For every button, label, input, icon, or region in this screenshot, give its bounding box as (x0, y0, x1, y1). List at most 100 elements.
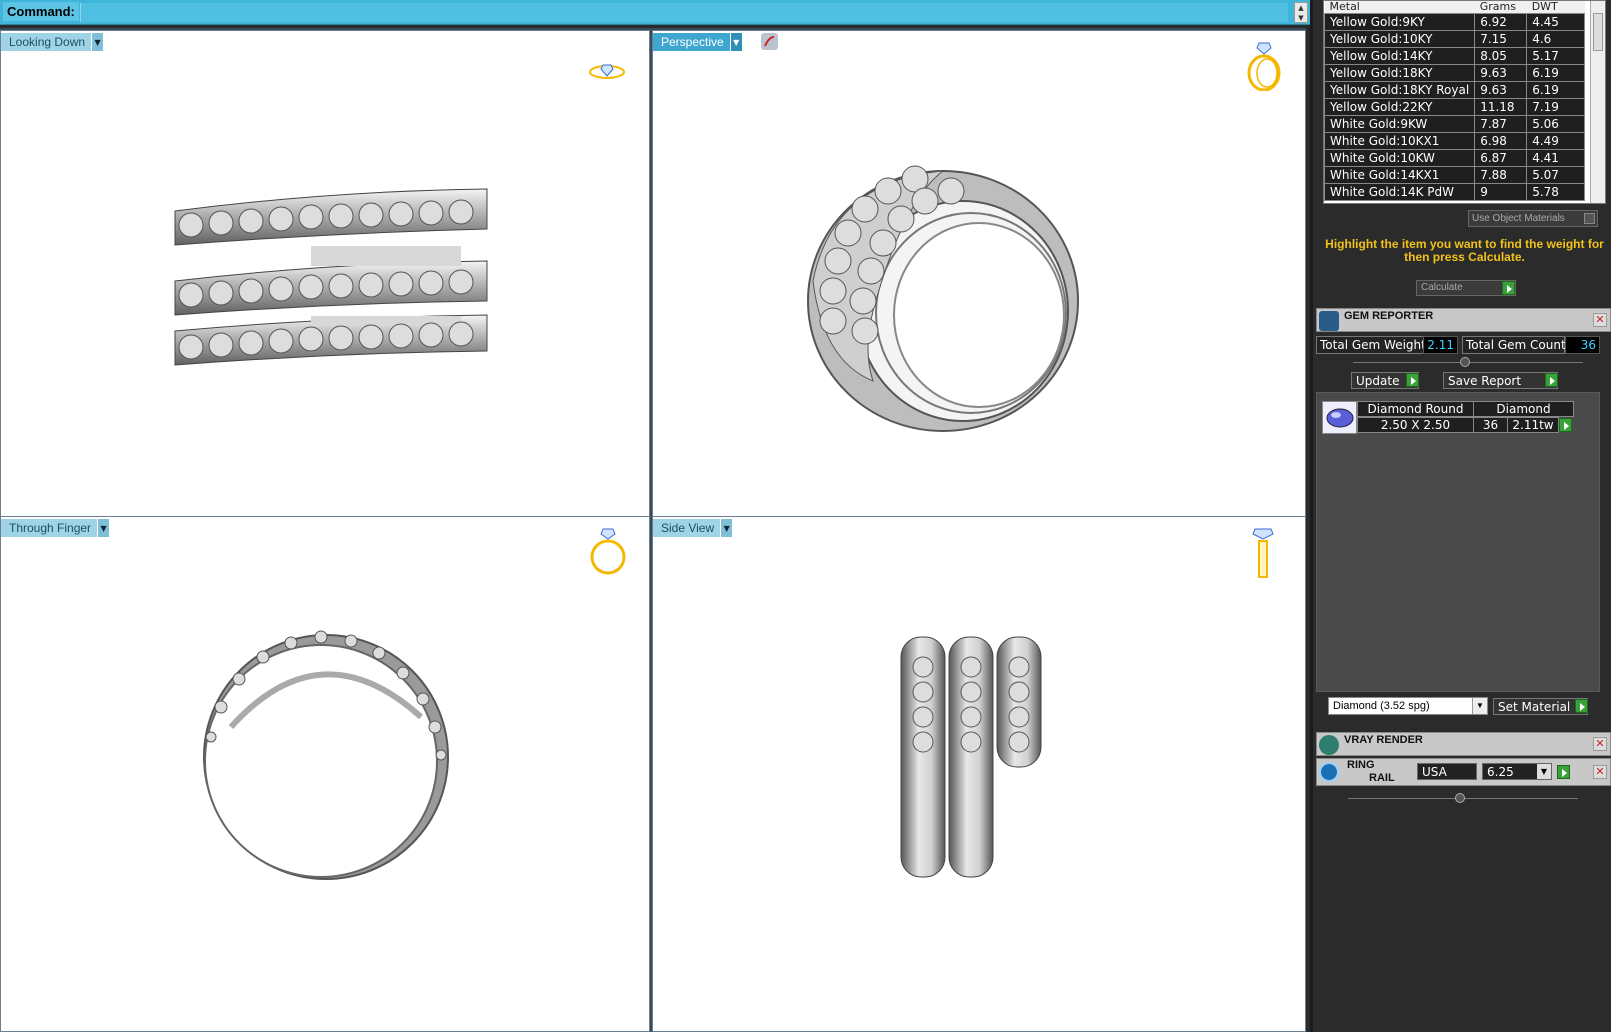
save-report-go-icon[interactable] (1545, 373, 1558, 387)
table-row[interactable]: Yellow Gold:9KY 6.92 4.45 (1324, 12, 1586, 31)
close-icon[interactable]: ✕ (1593, 765, 1607, 779)
rotate-icon[interactable] (761, 33, 778, 50)
table-row[interactable]: Yellow Gold:14KY 8.05 5.17 (1324, 46, 1586, 65)
table-row[interactable]: Yellow Gold:18KY 9.63 6.19 (1324, 63, 1586, 82)
ring-rail-title: RING (1347, 759, 1375, 771)
viewport-title: Looking Down (9, 35, 86, 49)
vray-render-header[interactable]: VRAY RENDER ✕ (1316, 732, 1611, 756)
spin-down-icon[interactable]: ▼ (1295, 13, 1307, 23)
update-label: Update (1356, 374, 1400, 388)
close-icon[interactable]: ✕ (1593, 313, 1607, 327)
table-row[interactable]: Yellow Gold:22KY 11.18 7.19 (1324, 97, 1586, 116)
viewport-side-view[interactable]: Side View ▼ (652, 516, 1306, 1032)
chevron-down-icon[interactable]: ▼ (97, 519, 110, 537)
material-select-value: Diamond (3.52 spg) (1333, 700, 1430, 712)
metal-cell: White Gold:10KW (1324, 148, 1476, 167)
panel-splitter[interactable] (1348, 793, 1578, 803)
panel-splitter[interactable] (1353, 357, 1583, 367)
command-history-spinner[interactable]: ▲ ▼ (1294, 2, 1308, 23)
table-row[interactable]: White Gold:9KW 7.87 5.06 (1324, 114, 1586, 133)
total-weight-value: 2.11 (1423, 336, 1458, 354)
total-count-label: Total Gem Count (1462, 336, 1566, 354)
set-material-label: Set Material (1498, 700, 1571, 714)
ring-rail-subtitle: RAIL (1369, 772, 1395, 784)
grams-cell: 9.63 (1474, 80, 1528, 99)
gem-list[interactable]: Diamond Round Diamond 2.50 X 2.50 36 2.1… (1316, 392, 1600, 692)
gem-count: 36 (1473, 417, 1508, 433)
viewport-area: Looking Down ▼ Perspective ▼ Through Fin… (0, 28, 1306, 1032)
scrollbar-thumb[interactable] (1593, 13, 1603, 51)
chevron-down-icon[interactable]: ▼ (1472, 698, 1487, 714)
metal-cell: Yellow Gold:18KY Royal (1324, 80, 1476, 99)
ring-rail-icon (1319, 762, 1339, 782)
splitter-knob-icon[interactable] (1460, 357, 1470, 367)
set-material-button[interactable]: Set Material (1493, 698, 1588, 715)
column-header: Metal (1324, 1, 1475, 13)
dwt-cell: 4.45 (1526, 12, 1586, 31)
ring-rail-header[interactable]: RING RAIL USA 6.25 ▼ ✕ (1316, 758, 1611, 786)
gem-go-icon[interactable] (1559, 418, 1572, 432)
chevron-down-icon[interactable]: ▼ (1537, 764, 1551, 779)
gem-size: 2.50 X 2.50 (1357, 417, 1474, 433)
app-window: Command: ▲ ▼ Looking Down ▼ Perspective … (0, 0, 1611, 1032)
table-row[interactable]: White Gold:14K PdW 9 5.78 (1324, 182, 1586, 201)
gem-reporter-title: GEM REPORTER (1344, 310, 1434, 322)
ring-front-icon[interactable] (589, 527, 629, 577)
viewport-label-through-finger[interactable]: Through Finger ▼ (1, 519, 110, 537)
ring-model-perspective (807, 165, 1079, 432)
viewport-title: Side View (661, 521, 715, 535)
metal-cell: Yellow Gold:22KY (1324, 97, 1476, 116)
chevron-down-icon[interactable]: ▼ (729, 33, 742, 51)
table-row[interactable]: White Gold:14KX1 7.88 5.07 (1324, 165, 1586, 184)
ring-perspective-icon[interactable] (1245, 41, 1285, 91)
table-row[interactable]: White Gold:10KW 6.87 4.41 (1324, 148, 1586, 167)
grams-cell: 7.15 (1474, 29, 1528, 48)
table-row[interactable]: Yellow Gold:10KY 7.15 4.6 (1324, 29, 1586, 48)
viewport-perspective[interactable]: Perspective ▼ (652, 30, 1306, 528)
splitter-knob-icon[interactable] (1455, 793, 1465, 803)
command-input[interactable] (80, 3, 1288, 22)
metal-cell: Yellow Gold:10KY (1324, 29, 1476, 48)
ring-side-icon[interactable] (1249, 527, 1279, 579)
dwt-cell: 7.19 (1526, 97, 1586, 116)
viewport-looking-down[interactable]: Looking Down ▼ (0, 30, 650, 528)
viewport-label-perspective[interactable]: Perspective ▼ (653, 33, 742, 51)
diamond-round-icon (1322, 401, 1357, 434)
dwt-cell: 5.78 (1526, 182, 1586, 201)
ring-model-side-view (900, 636, 1042, 878)
calculate-hint: Highlight the item you want to find the … (1325, 237, 1604, 264)
metal-cell: Yellow Gold:18KY (1324, 63, 1476, 82)
dwt-cell: 5.17 (1526, 46, 1586, 65)
ring-rail-go-icon[interactable] (1557, 765, 1570, 779)
calculate-go-icon[interactable] (1502, 281, 1515, 295)
close-icon[interactable]: ✕ (1593, 737, 1607, 751)
grams-cell: 11.18 (1474, 97, 1528, 116)
table-row[interactable]: Yellow Gold:18KY Royal 9.63 6.19 (1324, 80, 1586, 99)
spin-up-icon[interactable]: ▲ (1295, 3, 1307, 13)
save-report-button[interactable]: Save Report (1443, 372, 1558, 389)
use-object-materials-checkbox[interactable]: Use Object Materials (1468, 210, 1598, 227)
update-go-icon[interactable] (1406, 373, 1419, 387)
ring-size-country-field[interactable]: USA (1417, 763, 1477, 780)
chevron-down-icon[interactable]: ▼ (91, 33, 104, 51)
metal-weight-table[interactable]: Metal Grams DWT Yellow Gold:9KY 6.92 4.45 … (1323, 0, 1606, 204)
viewport-label-looking-down[interactable]: Looking Down ▼ (1, 33, 104, 51)
material-select[interactable]: Diamond (3.52 spg) ▼ (1328, 697, 1488, 715)
table-row[interactable]: White Gold:10KX1 6.98 4.49 (1324, 131, 1586, 150)
ring-top-icon[interactable] (589, 61, 629, 83)
grams-cell: 9 (1474, 182, 1528, 201)
table-scrollbar[interactable] (1590, 1, 1605, 203)
calculate-button[interactable]: Calculate (1416, 280, 1516, 296)
viewport-label-side-view[interactable]: Side View ▼ (653, 519, 733, 537)
viewport-through-finger[interactable]: Through Finger ▼ (0, 516, 650, 1032)
chevron-down-icon[interactable]: ▼ (720, 519, 733, 537)
checkbox-icon[interactable] (1584, 213, 1595, 224)
viewport-title: Through Finger (9, 521, 92, 535)
gem-reporter-header[interactable]: GEM REPORTER ✕ (1316, 308, 1611, 332)
list-item[interactable]: Diamond Round Diamond 2.50 X 2.50 36 2.1… (1322, 401, 1592, 434)
metal-cell: Yellow Gold:14KY (1324, 46, 1476, 65)
ring-size-select[interactable]: 6.25 ▼ (1482, 763, 1552, 780)
set-material-go-icon[interactable] (1575, 699, 1588, 713)
column-header: DWT (1526, 1, 1585, 13)
gem-reporter-icon (1319, 311, 1339, 331)
